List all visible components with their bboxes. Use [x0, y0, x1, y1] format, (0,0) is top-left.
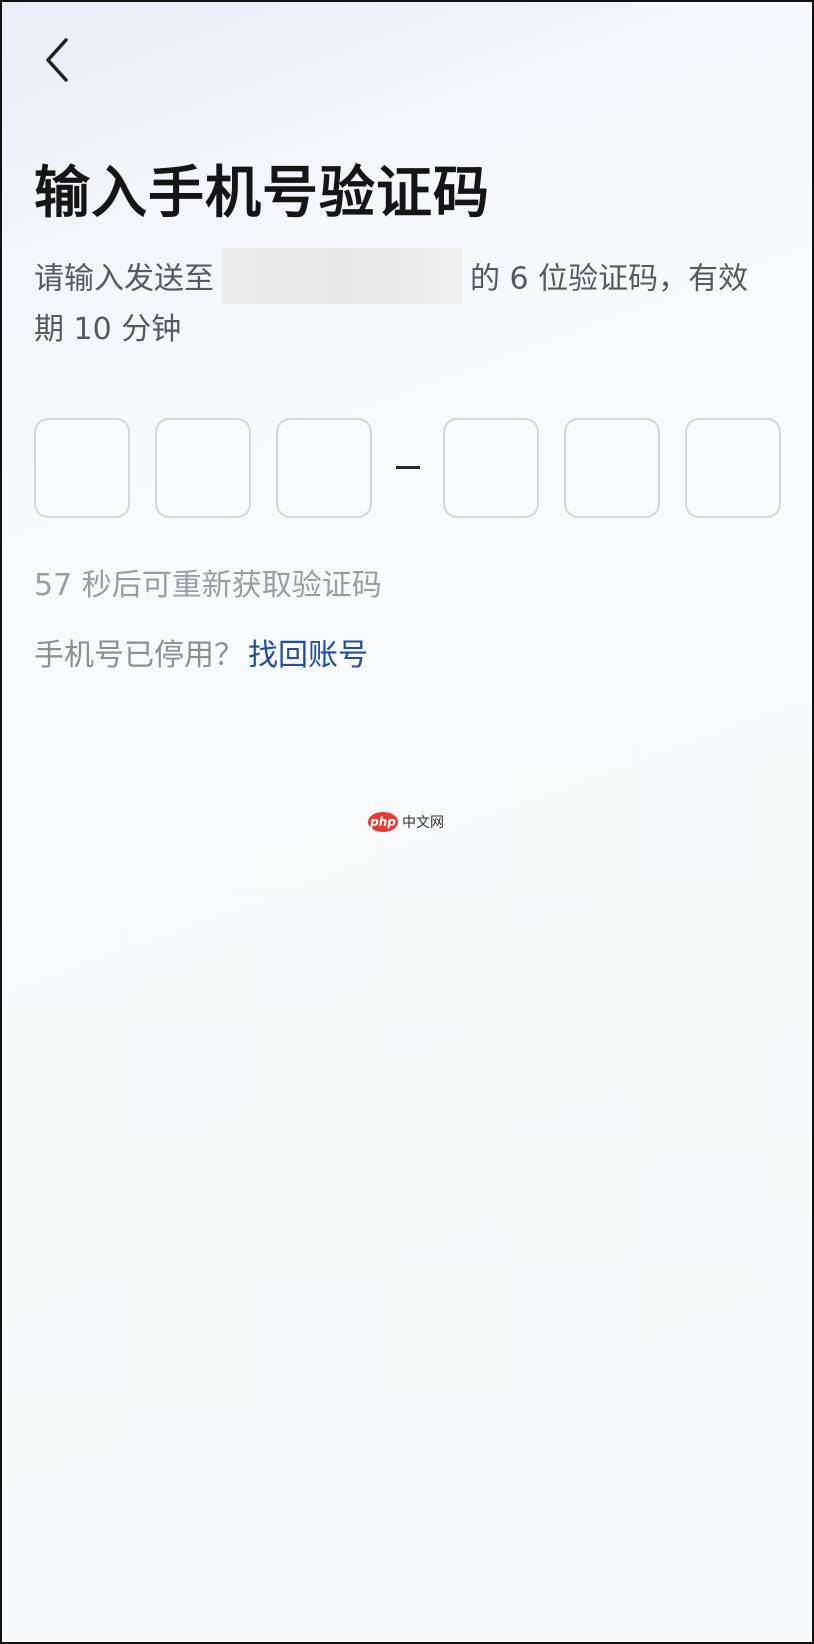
- code-box-6[interactable]: [685, 418, 781, 518]
- code-box-1[interactable]: [34, 418, 130, 518]
- recover-prompt: 手机号已停用？: [34, 638, 244, 673]
- instruction-line-2: 期 10 分钟: [34, 312, 182, 347]
- code-box-5[interactable]: [564, 418, 660, 518]
- code-box-2[interactable]: [155, 418, 251, 518]
- masked-phone-number: 5: [222, 248, 462, 304]
- verification-screen: 输入手机号验证码 请输入发送至5的 6 位验证码，有效 期 10 分钟 57 秒…: [0, 0, 814, 1644]
- recover-account-row: 手机号已停用？ 找回账号: [34, 630, 368, 674]
- watermark-logo: php: [368, 812, 398, 832]
- watermark: php 中文网: [368, 812, 444, 832]
- code-input-row: [34, 418, 784, 520]
- recover-account-link[interactable]: 找回账号: [248, 638, 368, 673]
- watermark-text: 中文网: [402, 815, 444, 831]
- instruction-suffix: 的 6 位验证码，有效: [470, 261, 749, 297]
- instruction-line-1: 请输入发送至5的 6 位验证码，有效: [34, 248, 784, 308]
- resend-countdown: 57 秒后可重新获取验证码: [34, 568, 382, 603]
- instruction-text: 请输入发送至5的 6 位验证码，有效 期 10 分钟: [34, 248, 784, 352]
- code-separator: [396, 466, 420, 469]
- code-box-3[interactable]: [276, 418, 372, 518]
- back-button[interactable]: [32, 30, 82, 90]
- instruction-prefix: 请输入发送至: [34, 261, 214, 297]
- page-title: 输入手机号验证码: [34, 161, 490, 226]
- code-box-4[interactable]: [443, 418, 539, 518]
- chevron-left-icon: [46, 38, 68, 82]
